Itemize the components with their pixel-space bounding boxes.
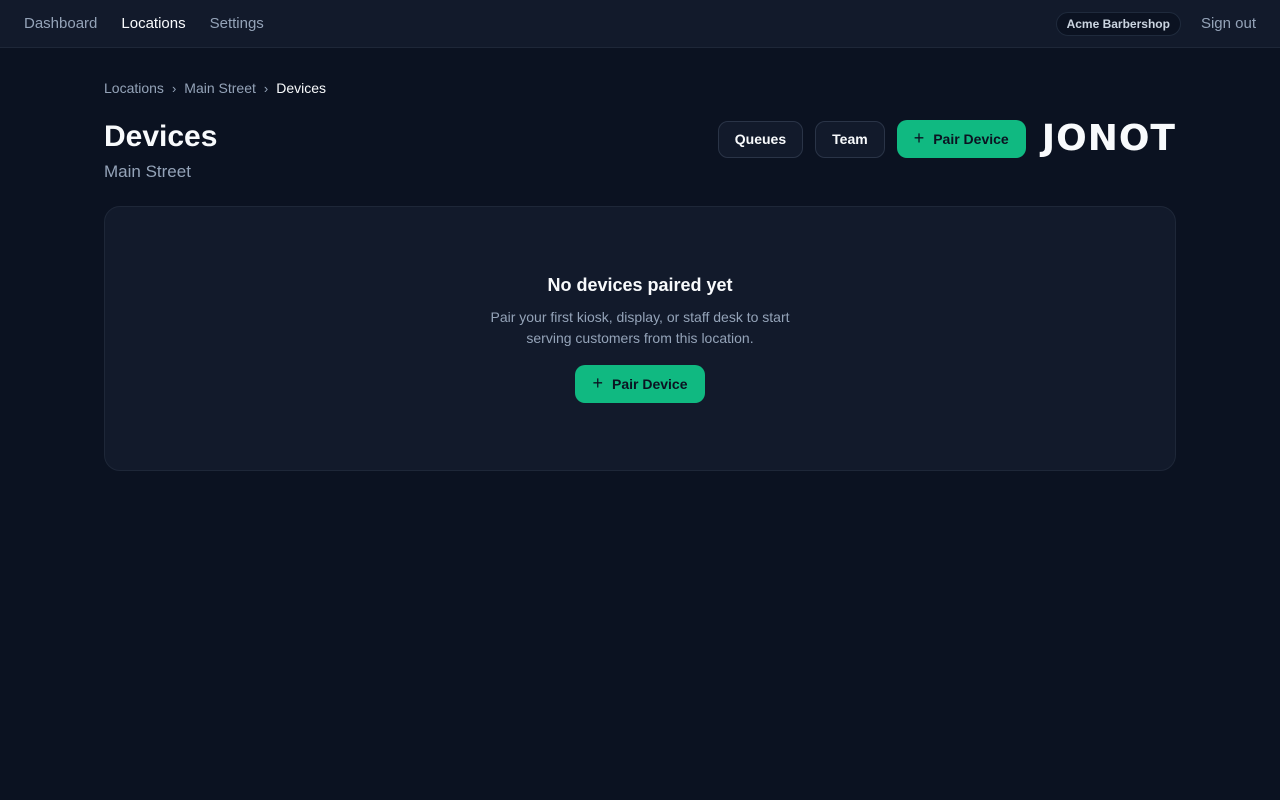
empty-state-description: Pair your first kiosk, display, or staff…	[490, 309, 790, 346]
team-button[interactable]: Team	[815, 120, 885, 158]
org-badge: Acme Barbershop	[1055, 11, 1181, 36]
empty-state-title: No devices paired yet	[547, 275, 733, 295]
page-title: Devices	[104, 120, 218, 153]
nav-right: Acme Barbershop Sign out	[1055, 11, 1256, 36]
header-actions: Queues Team + Pair Device JONOT	[717, 118, 1176, 159]
nav-link-dashboard[interactable]: Dashboard	[24, 15, 97, 32]
nav-link-settings[interactable]: Settings	[210, 15, 264, 32]
breadcrumb-main-street[interactable]: Main Street	[184, 80, 256, 96]
title-block: Devices Main Street	[104, 120, 217, 182]
empty-pair-device-button[interactable]: + Pair Device	[575, 365, 705, 403]
breadcrumb-devices: Devices	[276, 80, 327, 96]
brand-logo: JONOT	[1041, 118, 1176, 159]
page-header: Devices Main Street Queues Team + Pair D…	[104, 120, 1176, 182]
pair-device-button[interactable]: + Pair Device	[896, 120, 1026, 158]
empty-state-card: No devices paired yet Pair your first ki…	[104, 206, 1176, 471]
sign-out-link[interactable]: Sign out	[1201, 15, 1256, 32]
plus-icon: +	[592, 373, 603, 393]
pair-device-label: Pair Device	[933, 131, 1009, 147]
nav-link-locations[interactable]: Locations	[121, 15, 185, 32]
breadcrumb: Locations › Main Street › Devices	[104, 80, 1176, 96]
breadcrumb-separator: ›	[263, 80, 269, 96]
top-nav: Dashboard Locations Settings Acme Barber…	[0, 0, 1280, 48]
empty-pair-device-label: Pair Device	[612, 376, 688, 392]
nav-links: Dashboard Locations Settings	[24, 15, 264, 32]
breadcrumb-locations[interactable]: Locations	[104, 80, 164, 96]
plus-icon: +	[913, 128, 925, 148]
queues-button[interactable]: Queues	[717, 120, 804, 158]
main-content: Locations › Main Street › Devices Device…	[0, 48, 1280, 471]
breadcrumb-separator: ›	[171, 80, 177, 96]
page-subtitle: Main Street	[104, 162, 191, 181]
